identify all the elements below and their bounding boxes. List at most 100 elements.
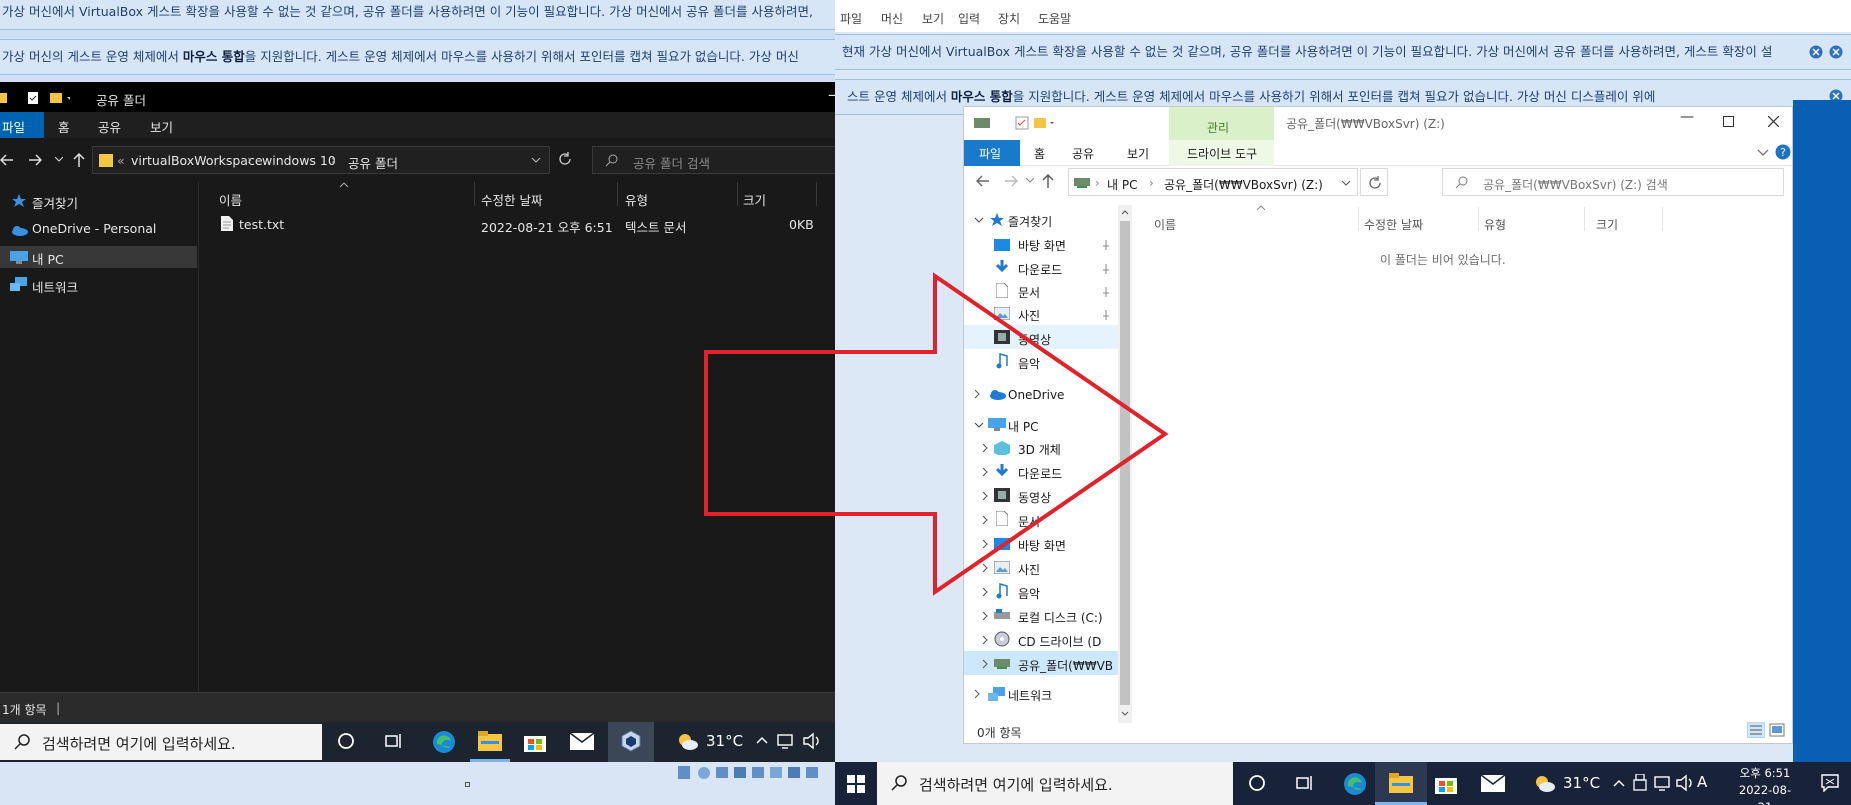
scroll-up-icon[interactable] <box>1121 209 1129 215</box>
edge-icon[interactable] <box>432 730 456 754</box>
nav-item-network[interactable]: 네트워크 <box>32 277 78 296</box>
tab-home[interactable]: 홈 <box>1034 145 1045 162</box>
tab-file[interactable]: 파일 <box>0 112 44 138</box>
nav-item-onedrive[interactable]: OneDrive - Personal <box>32 221 156 236</box>
back-arrow-icon[interactable] <box>976 175 990 187</box>
nav-item-network[interactable]: 네트워크 <box>1008 687 1052 704</box>
column-divider[interactable] <box>474 182 475 206</box>
file-explorer-icon[interactable] <box>478 731 502 751</box>
close-button[interactable] <box>1768 116 1779 127</box>
column-header-type[interactable]: 유형 <box>625 190 648 209</box>
file-explorer-task[interactable] <box>1375 762 1427 805</box>
ime-indicator[interactable]: A <box>1697 773 1707 791</box>
manage-contextual-tab[interactable]: 관리 <box>1169 107 1274 140</box>
scroll-down-icon[interactable] <box>1121 711 1129 717</box>
store-icon[interactable] <box>524 730 546 752</box>
network-tray-icon[interactable] <box>1653 774 1671 792</box>
column-header-name[interactable]: 이름 <box>219 190 242 209</box>
back-arrow-icon[interactable] <box>0 154 14 166</box>
chevron-down-icon[interactable] <box>1757 149 1769 157</box>
column-header-size[interactable]: 크기 <box>743 190 766 209</box>
nav-item[interactable]: 바탕 화면 <box>1018 237 1066 254</box>
weather-icon[interactable] <box>1533 773 1555 793</box>
network-tray-icon[interactable] <box>776 732 794 750</box>
tab-share[interactable]: 공유 <box>1072 145 1094 162</box>
breadcrumb-item[interactable]: virtualBoxWorkspace <box>131 153 263 168</box>
cortana-icon[interactable] <box>1249 775 1265 791</box>
large-icons-view-icon[interactable] <box>1769 722 1785 738</box>
notice-dismiss-icon[interactable] <box>1829 45 1843 59</box>
column-divider[interactable] <box>1478 207 1479 231</box>
chevron-right-icon[interactable] <box>982 659 988 669</box>
tab-view[interactable]: 보기 <box>1127 145 1149 162</box>
menu-help[interactable]: 도움말 <box>1038 10 1071 27</box>
weather-temp[interactable]: 31°C <box>1563 774 1600 792</box>
address-bar[interactable]: › 내 PC › 공유_폴더(₩₩VBoxSvr) (Z:) <box>1068 168 1358 196</box>
recent-locations-icon[interactable] <box>55 157 63 163</box>
quick-access-toolbar-icons[interactable] <box>974 115 1054 131</box>
quick-access-toolbar-icons[interactable] <box>0 91 70 105</box>
column-divider[interactable] <box>1584 207 1585 231</box>
chevron-up-icon[interactable] <box>1613 779 1625 787</box>
maximize-button[interactable] <box>1723 116 1734 127</box>
chevron-down-icon[interactable] <box>974 217 984 223</box>
volume-icon[interactable] <box>802 732 820 750</box>
column-header-date[interactable]: 수정한 날짜 <box>481 190 542 209</box>
pin-icon[interactable] <box>1102 240 1110 250</box>
tab-share[interactable]: 공유 <box>98 117 121 136</box>
chevron-up-icon[interactable] <box>756 736 768 744</box>
menu-machine[interactable]: 머신 <box>881 10 903 27</box>
edge-icon[interactable] <box>1343 772 1367 796</box>
start-windows-icon[interactable] <box>847 775 865 793</box>
notice-close-icon[interactable] <box>1809 45 1823 59</box>
column-divider[interactable] <box>1662 207 1663 231</box>
column-header-type[interactable]: 유형 <box>1484 216 1506 233</box>
vm-status-indicator-icons[interactable] <box>676 764 836 782</box>
task-view-icon[interactable] <box>1296 775 1314 791</box>
nav-item-this-pc[interactable]: 내 PC <box>32 249 64 268</box>
task-view-icon[interactable] <box>385 733 403 749</box>
taskbar-search-box[interactable]: 검색하려면 여기에 입력하세요. <box>877 762 1233 805</box>
forward-arrow-icon[interactable] <box>1004 175 1018 187</box>
breadcrumb-overflow[interactable]: « <box>117 153 125 168</box>
menu-view[interactable]: 보기 <box>922 10 944 27</box>
column-header-name[interactable]: 이름 <box>1154 216 1176 233</box>
file-row[interactable]: test.txt 2022-08-21 오후 6:51 텍스트 문서 0KB <box>199 212 819 236</box>
clock[interactable]: 오후 6:51 2022-08-21 <box>1733 765 1797 805</box>
breadcrumb-item[interactable]: windows 10 <box>262 153 336 168</box>
chevron-right-icon[interactable] <box>982 635 988 645</box>
forward-arrow-icon[interactable] <box>28 154 42 166</box>
menu-input[interactable]: 입력 <box>958 10 980 27</box>
nav-item-quick-access[interactable]: 즐겨찾기 <box>1008 213 1052 230</box>
usb-icon[interactable] <box>1632 774 1648 792</box>
nav-item-selected[interactable]: 공유_폴더(₩₩VB <box>1018 657 1113 674</box>
volume-icon[interactable] <box>1675 774 1693 792</box>
nav-item[interactable]: CD 드라이브 (D <box>1018 633 1101 650</box>
column-divider[interactable] <box>1358 207 1359 231</box>
tab-home[interactable]: 홈 <box>58 117 70 136</box>
address-dropdown-icon[interactable] <box>1341 180 1351 187</box>
mail-icon[interactable] <box>570 733 594 750</box>
tab-view[interactable]: 보기 <box>150 117 173 136</box>
taskbar-search-box[interactable]: 검색하려면 여기에 입력하세요. <box>0 724 322 760</box>
notification-icon[interactable] <box>1821 774 1839 792</box>
mail-icon[interactable] <box>1481 775 1505 792</box>
column-header-size[interactable]: 크기 <box>1596 216 1618 233</box>
column-divider[interactable] <box>737 182 738 206</box>
up-arrow-icon[interactable] <box>73 153 85 167</box>
search-box[interactable]: 공유_폴더(₩₩VBoxSvr) (Z:) 검색 <box>1442 168 1784 196</box>
breadcrumb-item[interactable]: 내 PC <box>1107 176 1137 193</box>
tab-file[interactable]: 파일 <box>964 140 1020 166</box>
virtualbox-task[interactable] <box>608 722 654 762</box>
breadcrumb-item[interactable]: 공유_폴더(₩₩VBoxSvr) (Z:) <box>1164 176 1323 193</box>
weather-temp[interactable]: 31°C <box>706 732 743 750</box>
resize-grip[interactable] <box>465 782 470 787</box>
column-divider[interactable] <box>816 182 817 206</box>
weather-icon[interactable] <box>676 731 698 751</box>
store-icon[interactable] <box>1435 772 1457 794</box>
menu-devices[interactable]: 장치 <box>998 10 1020 27</box>
minimize-button[interactable]: — <box>1680 109 1694 125</box>
address-bar[interactable]: « virtualBoxWorkspace › windows 10 › 공유 … <box>92 146 550 174</box>
menu-file[interactable]: 파일 <box>840 10 862 27</box>
address-dropdown-icon[interactable] <box>531 157 541 164</box>
